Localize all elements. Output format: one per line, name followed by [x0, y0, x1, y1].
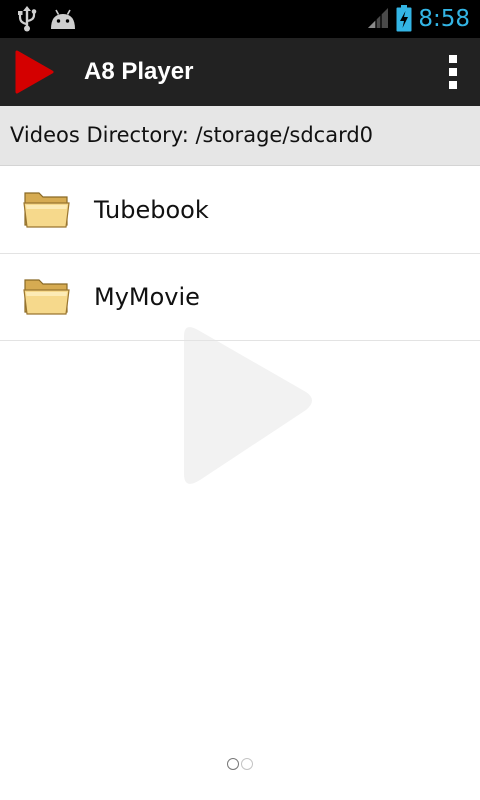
action-bar: A8 Player — [0, 38, 480, 106]
folder-list: Tubebook MyMovie — [0, 167, 480, 341]
page-dot-current — [227, 758, 239, 770]
play-logo-icon[interactable] — [14, 50, 54, 94]
folder-name: MyMovie — [94, 283, 200, 311]
directory-label: Videos Directory: /storage/sdcard0 — [10, 123, 374, 147]
folder-icon — [23, 279, 70, 315]
screen: 8:58 A8 Player Videos Directory: /storag… — [0, 0, 480, 800]
usb-icon — [18, 6, 37, 32]
app-title: A8 Player — [84, 58, 194, 85]
page-dot — [241, 758, 253, 770]
folder-item-tubebook[interactable]: Tubebook — [0, 167, 480, 254]
folder-icon — [23, 192, 70, 228]
folder-item-mymovie[interactable]: MyMovie — [0, 254, 480, 341]
folder-name: Tubebook — [94, 196, 209, 224]
play-watermark-icon — [184, 327, 312, 484]
status-clock: 8:58 — [418, 6, 470, 32]
android-debug-icon — [51, 9, 75, 29]
battery-charging-icon — [396, 5, 412, 32]
status-bar: 8:58 — [0, 0, 480, 38]
directory-header: Videos Directory: /storage/sdcard0 — [0, 106, 480, 166]
overflow-menu-icon[interactable] — [446, 54, 460, 90]
signal-icon — [368, 8, 388, 28]
page-indicator — [226, 757, 256, 771]
